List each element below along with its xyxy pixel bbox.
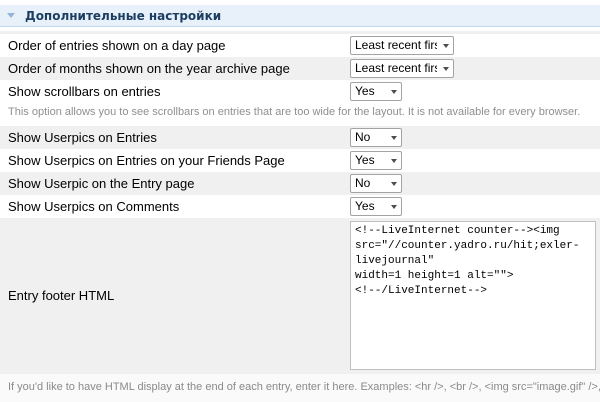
- setting-label-entry-footer-html: Entry footer HTML: [8, 221, 350, 370]
- scrollbars-select-wrap: Yes: [350, 82, 402, 101]
- userpics-comments-select[interactable]: Yes: [350, 197, 402, 216]
- footer-help-text: If you'd like to have HTML display at th…: [0, 374, 600, 402]
- day-order-select[interactable]: Least recent first: [350, 36, 454, 55]
- setting-label-userpics-entries: Show Userpics on Entries: [8, 130, 350, 145]
- scrollbars-note: This option allows you to see scrollbars…: [0, 103, 600, 126]
- setting-row-userpics-comments: Show Userpics on Comments Yes: [0, 195, 600, 218]
- setting-block-scrollbars: Show scrollbars on entries Yes This opti…: [0, 80, 600, 126]
- year-order-select-wrap: Least recent first: [350, 59, 454, 78]
- setting-label-year-order: Order of months shown on the year archiv…: [8, 61, 350, 76]
- setting-row-year-order: Order of months shown on the year archiv…: [0, 57, 600, 80]
- setting-label-scrollbars: Show scrollbars on entries: [8, 84, 350, 99]
- userpics-entries-select-wrap: No: [350, 128, 402, 147]
- setting-row-entry-footer-html: Entry footer HTML <!--LiveInternet count…: [0, 218, 600, 374]
- setting-label-userpics-comments: Show Userpics on Comments: [8, 199, 350, 214]
- entry-footer-html-textarea[interactable]: <!--LiveInternet counter--><img src="//c…: [350, 221, 596, 370]
- section-header[interactable]: Дополнительные настройки: [0, 5, 600, 27]
- setting-label-userpics-friends: Show Userpics on Entries on your Friends…: [8, 153, 350, 168]
- setting-label-userpic-entry-page: Show Userpic on the Entry page: [8, 176, 350, 191]
- setting-row-userpic-entry-page: Show Userpic on the Entry page No: [0, 172, 600, 195]
- userpic-entry-page-select[interactable]: No: [350, 174, 402, 193]
- collapse-triangle-icon[interactable]: [7, 13, 15, 18]
- setting-row-userpics-entries: Show Userpics on Entries No: [0, 126, 600, 149]
- setting-label-day-order: Order of entries shown on a day page: [8, 38, 350, 53]
- userpics-friends-select[interactable]: Yes: [350, 151, 402, 170]
- userpic-entry-page-select-wrap: No: [350, 174, 402, 193]
- year-order-select[interactable]: Least recent first: [350, 59, 454, 78]
- setting-row-day-order: Order of entries shown on a day page Lea…: [0, 34, 600, 57]
- userpics-comments-select-wrap: Yes: [350, 197, 402, 216]
- userpics-entries-select[interactable]: No: [350, 128, 402, 147]
- section-title: Дополнительные настройки: [25, 9, 221, 23]
- setting-row-userpics-friends: Show Userpics on Entries on your Friends…: [0, 149, 600, 172]
- userpics-friends-select-wrap: Yes: [350, 151, 402, 170]
- settings-panel: Дополнительные настройки Order of entrie…: [0, 0, 600, 402]
- setting-row-scrollbars: Show scrollbars on entries Yes: [0, 80, 600, 103]
- scrollbars-select[interactable]: Yes: [350, 82, 402, 101]
- day-order-select-wrap: Least recent first: [350, 36, 454, 55]
